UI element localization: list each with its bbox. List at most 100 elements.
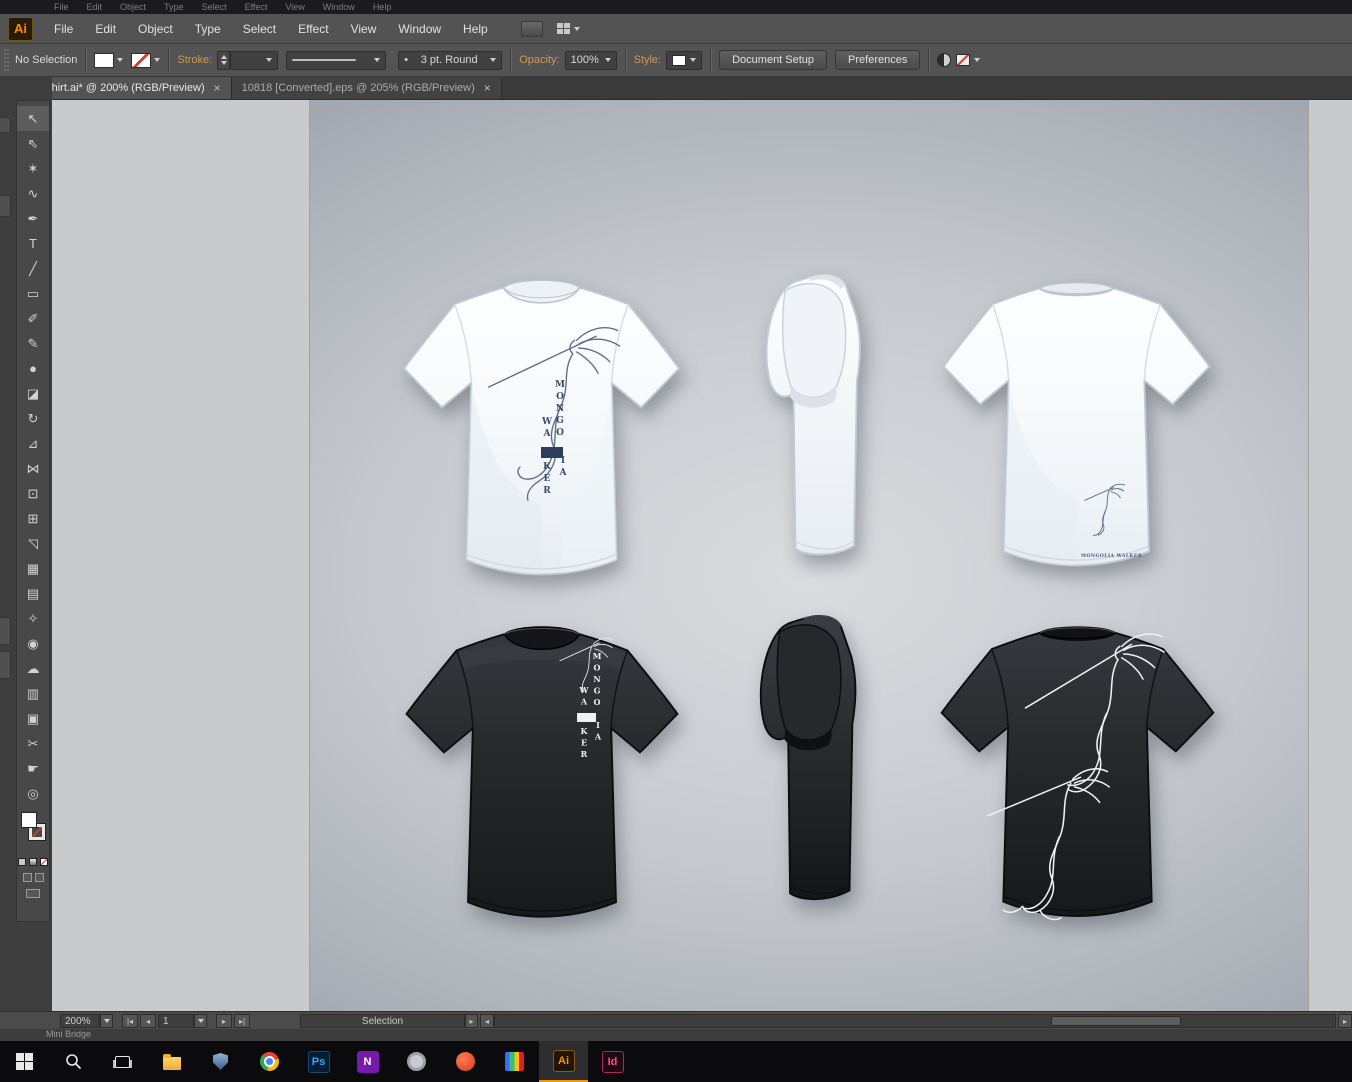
free-transform-tool[interactable]: ⊡ <box>17 481 49 506</box>
scale-tool[interactable]: ⊿ <box>17 431 49 456</box>
style-dropdown[interactable] <box>666 51 702 70</box>
width-tool[interactable]: ⋈ <box>17 456 49 481</box>
background-menu-item[interactable]: File <box>54 2 69 12</box>
background-menu-item[interactable]: View <box>285 2 304 12</box>
artboard-tool[interactable]: ▣ <box>17 706 49 731</box>
opacity-panel-link[interactable]: Opacity: <box>519 54 559 66</box>
chrome-button[interactable] <box>245 1041 294 1082</box>
last-artboard-button[interactable]: ▸| <box>234 1014 250 1028</box>
onenote-button[interactable]: N <box>343 1041 392 1082</box>
color-button[interactable] <box>18 858 26 866</box>
variable-width-profile-dropdown[interactable]: • 3 pt. Round <box>398 51 502 70</box>
hand-tool[interactable]: ☛ <box>17 756 49 781</box>
scroll-left-button[interactable]: ◂ <box>480 1014 494 1028</box>
eraser-tool[interactable]: ◪ <box>17 381 49 406</box>
artboard[interactable]: MONGO WA KER IA <box>310 100 1308 1011</box>
panel-grip[interactable] <box>4 49 9 71</box>
recolor-artwork-icon[interactable] <box>937 53 951 67</box>
artboard-dropdown-button[interactable] <box>194 1014 207 1028</box>
background-menu-item[interactable]: Window <box>323 2 355 12</box>
slice-tool[interactable]: ✂ <box>17 731 49 756</box>
shape-builder-tool[interactable]: ⊞ <box>17 506 49 531</box>
stroke-color-control[interactable] <box>131 53 160 68</box>
menu-type[interactable]: Type <box>184 14 232 44</box>
close-icon[interactable]: × <box>214 81 221 95</box>
fill-color-control[interactable] <box>94 53 123 68</box>
direct-selection-tool[interactable]: ⇖ <box>17 131 49 156</box>
background-menu-item[interactable]: Object <box>120 2 146 12</box>
orange-app-button[interactable] <box>441 1041 490 1082</box>
stroke-weight-dropdown[interactable] <box>230 51 278 70</box>
collapsed-panel-tab[interactable] <box>0 651 11 679</box>
collapsed-panel-tab[interactable] <box>0 617 11 645</box>
eyedropper-tool[interactable]: ✧ <box>17 606 49 631</box>
line-tool[interactable]: ╱ <box>17 256 49 281</box>
menu-effect[interactable]: Effect <box>287 14 339 44</box>
security-app-button[interactable] <box>196 1041 245 1082</box>
tab-t-shirt[interactable]: t shirt.ai* @ 200% (RGB/Preview) × <box>30 77 232 99</box>
chevron-down-icon[interactable] <box>974 58 980 62</box>
menu-help[interactable]: Help <box>452 14 499 44</box>
first-artboard-button[interactable]: |◂ <box>122 1014 138 1028</box>
pencil-tool[interactable]: ✎ <box>17 331 49 356</box>
type-tool[interactable]: T <box>17 231 49 256</box>
tshirt-black-front[interactable]: MONGO WA KER IA <box>396 615 688 932</box>
scrollbar-thumb[interactable] <box>1051 1016 1181 1026</box>
background-menu-item[interactable]: Edit <box>87 2 103 12</box>
task-view-button[interactable] <box>98 1041 147 1082</box>
none-swatch-icon[interactable] <box>956 54 970 66</box>
pasteboard[interactable]: MONGO WA KER IA <box>52 100 1352 1011</box>
pen-tool[interactable]: ✒ <box>17 206 49 231</box>
menu-object[interactable]: Object <box>127 14 184 44</box>
symbol-sprayer-tool[interactable]: ☁ <box>17 656 49 681</box>
collapsed-panel-tab[interactable] <box>0 195 11 217</box>
background-menu-item[interactable]: Select <box>202 2 227 12</box>
menu-file[interactable]: File <box>43 14 84 44</box>
collapsed-panel-tab[interactable] <box>0 117 11 133</box>
fill-swatch[interactable] <box>21 812 37 828</box>
background-menu-item[interactable]: Effect <box>245 2 268 12</box>
zoom-field[interactable]: 200% <box>60 1014 100 1028</box>
file-explorer-button[interactable] <box>147 1041 196 1082</box>
menu-view[interactable]: View <box>340 14 388 44</box>
preferences-button[interactable]: Preferences <box>835 50 920 70</box>
background-menu-item[interactable]: Type <box>164 2 184 12</box>
lasso-tool[interactable]: ∿ <box>17 181 49 206</box>
taskbar-search-button[interactable] <box>49 1041 98 1082</box>
stroke-panel-link[interactable]: Stroke: <box>177 54 212 66</box>
horizontal-scrollbar[interactable] <box>494 1014 1336 1028</box>
previous-artboard-button[interactable]: ◂ <box>140 1014 156 1028</box>
style-panel-link[interactable]: Style: <box>634 54 662 66</box>
gray-app-button[interactable] <box>392 1041 441 1082</box>
blend-tool[interactable]: ◉ <box>17 631 49 656</box>
status-proxy-button[interactable]: ▸ <box>465 1014 478 1028</box>
menu-window[interactable]: Window <box>387 14 452 44</box>
media-app-button[interactable] <box>490 1041 539 1082</box>
close-icon[interactable]: × <box>484 81 491 95</box>
opacity-dropdown[interactable]: 100% <box>565 51 617 70</box>
stroke-color-swatch[interactable] <box>131 53 151 68</box>
draw-behind-icon[interactable] <box>35 873 44 882</box>
menu-edit[interactable]: Edit <box>84 14 127 44</box>
stroke-weight-stepper[interactable] <box>217 51 230 70</box>
fill-color-swatch[interactable] <box>94 53 114 68</box>
status-field[interactable]: Selection <box>300 1014 465 1028</box>
scroll-right-button[interactable]: ▸ <box>1338 1014 1352 1028</box>
artboard-number-field[interactable]: 1 <box>158 1014 194 1028</box>
none-button[interactable] <box>40 858 48 866</box>
blob-brush-tool[interactable]: ● <box>17 356 49 381</box>
photoshop-button[interactable]: Ps <box>294 1041 343 1082</box>
draw-normal-icon[interactable] <box>23 873 32 882</box>
tab-converted-eps[interactable]: 10818 [Converted].eps @ 205% (RGB/Previe… <box>232 77 502 99</box>
magic-wand-tool[interactable]: ✶ <box>17 156 49 181</box>
background-menu-item[interactable]: Help <box>373 2 392 12</box>
gradient-tool[interactable]: ▤ <box>17 581 49 606</box>
brush-definition-dropdown[interactable] <box>286 51 386 70</box>
indesign-button[interactable]: Id <box>588 1041 637 1082</box>
column-graph-tool[interactable]: ▥ <box>17 681 49 706</box>
rotate-tool[interactable]: ↻ <box>17 406 49 431</box>
next-artboard-button[interactable]: ▸ <box>216 1014 232 1028</box>
start-button[interactable] <box>0 1041 49 1082</box>
zoom-tool[interactable]: ◎ <box>17 781 49 806</box>
menu-select[interactable]: Select <box>232 14 287 44</box>
